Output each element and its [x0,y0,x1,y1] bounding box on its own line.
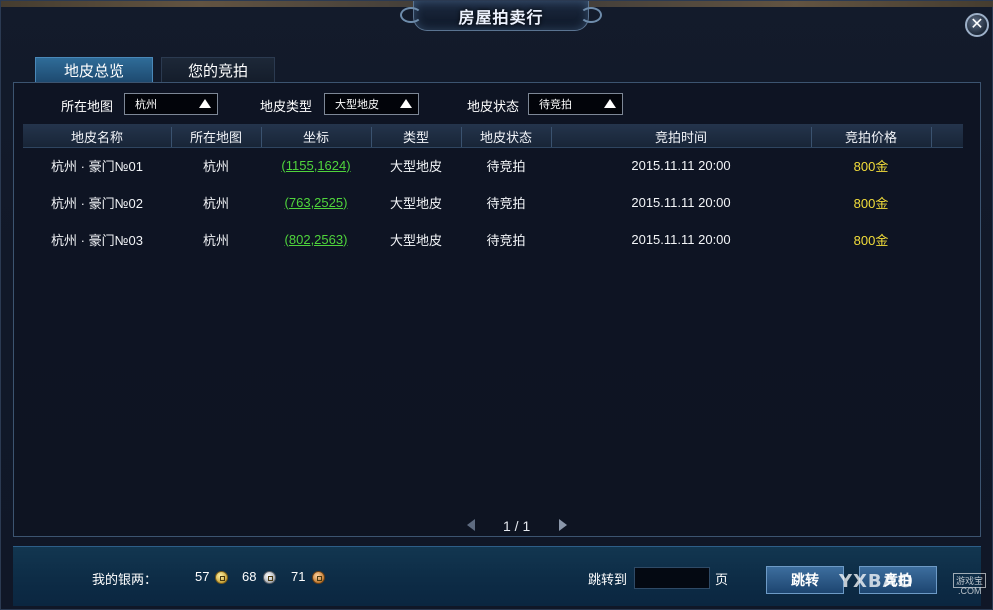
silver-amount: 68 [242,569,257,584]
title-plate: 房屋拍卖行 [400,1,602,31]
jump-to-label: 跳转到 [588,572,628,587]
title-ornament-right [580,7,602,23]
dropdown-arrow-icon [199,99,211,108]
column-header-map[interactable]: 所在地图 [171,124,261,148]
cell-status: 待竞拍 [486,158,526,174]
filter-type-value: 大型地皮 [335,99,379,111]
window-title: 房屋拍卖行 [458,7,544,27]
table-row[interactable]: 杭州 · 豪门№01 杭州 (1155,1624) 大型地皮 待竞拍 2015.… [23,152,963,178]
filter-status-value: 待竞拍 [539,99,572,111]
cell-price: 800金 [853,158,889,174]
filter-status-label: 地皮状态 [467,99,520,114]
table-row[interactable]: 杭州 · 豪门№02 杭州 (763,2525) 大型地皮 待竞拍 2015.1… [23,189,963,215]
watermark-logo: YXBAO [839,571,914,592]
column-header-type[interactable]: 类型 [371,124,461,148]
cell-land-name: 杭州 · 豪门№02 [51,195,143,211]
cell-type: 大型地皮 [389,195,442,211]
table-row[interactable]: 杭州 · 豪门№03 杭州 (802,2563) 大型地皮 待竞拍 2015.1… [23,226,963,252]
coord-link[interactable]: (763,2525) [261,189,371,215]
cell-land-name: 杭州 · 豪门№01 [51,158,143,174]
content-panel [13,82,981,537]
title-ornament-left [400,7,422,23]
close-icon[interactable]: ✕ [965,13,989,37]
filter-type-dropdown[interactable]: 大型地皮 [324,93,419,115]
cell-time: 2015.11.11 20:00 [631,231,731,247]
page-indicator: 1 / 1 [503,518,531,534]
page-unit-label: 页 [715,572,729,587]
cell-time: 2015.11.11 20:00 [631,157,731,173]
column-header-time[interactable]: 竞拍时间 [551,124,811,148]
filter-status-dropdown[interactable]: 待竞拍 [528,93,623,115]
silver-coin-icon [263,571,276,584]
page-number-input[interactable] [634,567,710,589]
cell-land-name: 杭州 · 豪门№03 [51,232,143,248]
cell-status: 待竞拍 [486,195,526,211]
cell-type: 大型地皮 [389,158,442,174]
column-header-status[interactable]: 地皮状态 [461,124,551,148]
filter-map-dropdown[interactable]: 杭州 [124,93,218,115]
filter-map-value: 杭州 [135,99,157,111]
watermark-com: .COM [958,586,982,596]
cell-price: 800金 [853,232,889,248]
copper-coin-icon [312,571,325,584]
coord-link[interactable]: (802,2563) [261,226,371,252]
jump-button[interactable]: 跳转 [766,566,844,594]
tab-your-bids[interactable]: 您的竞拍 [161,57,275,83]
tab-land-overview[interactable]: 地皮总览 [35,57,153,83]
prev-page-icon[interactable] [467,519,475,531]
cell-time: 2015.11.11 20:00 [631,194,731,210]
cell-price: 800金 [853,195,889,211]
column-header-land-name[interactable]: 地皮名称 [23,124,171,148]
next-page-icon[interactable] [559,519,567,531]
cell-type: 大型地皮 [389,232,442,248]
gold-coin-icon [215,571,228,584]
filter-type-label: 地皮类型 [260,99,313,114]
table-header: 地皮名称 所在地图 坐标 类型 地皮状态 竞拍时间 竞拍价格 [23,124,963,148]
dropdown-arrow-icon [400,99,412,108]
cell-map: 杭州 [202,158,229,174]
cell-status: 待竞拍 [486,232,526,248]
column-divider [931,127,932,147]
coord-link[interactable]: (1155,1624) [261,152,371,178]
dropdown-arrow-icon [604,99,616,108]
copper-amount: 71 [291,569,306,584]
gold-amount: 57 [195,569,210,584]
filter-map-label: 所在地图 [61,99,114,114]
auction-window: 房屋拍卖行 ✕ 地皮总览 您的竞拍 所在地图 杭州 地皮类型 大型地皮 地皮状态… [0,0,993,610]
cell-map: 杭州 [202,232,229,248]
silver-label: 我的银两： [92,572,158,587]
column-header-coord[interactable]: 坐标 [261,124,371,148]
cell-map: 杭州 [202,195,229,211]
column-header-price[interactable]: 竞拍价格 [811,124,931,148]
